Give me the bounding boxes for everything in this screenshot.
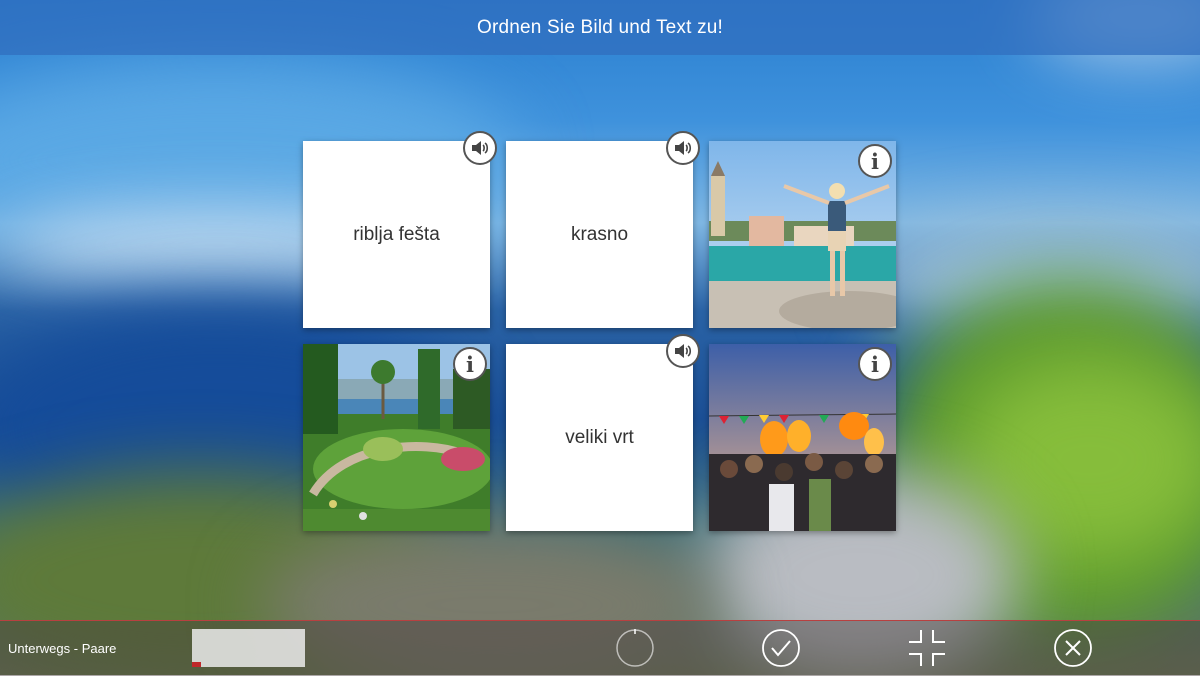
progress-bar [192,629,305,667]
info-icon[interactable]: i [858,347,892,381]
loading-circle-icon [615,628,655,668]
info-icon[interactable]: i [858,144,892,178]
check-icon[interactable] [761,628,801,668]
card-word: krasno [570,223,629,245]
card-veliki-vrt[interactable]: veliki vrt [506,344,693,531]
speaker-icon[interactable] [666,334,700,368]
speaker-icon[interactable] [666,131,700,165]
background-landscape [0,0,1200,675]
card-krasno[interactable]: krasno [506,141,693,328]
instruction-bar: Ordnen Sie Bild und Text zu! [0,0,1200,55]
close-icon[interactable] [1053,628,1093,668]
collapse-icon[interactable] [907,628,947,668]
progress-fill [192,662,202,667]
card-word: veliki vrt [565,426,634,448]
instruction-text: Ordnen Sie Bild und Text zu! [476,16,724,38]
lesson-title: Unterwegs - Paare [8,641,117,656]
info-icon[interactable]: i [453,347,487,381]
bottom-toolbar: Unterwegs - Paare [0,620,1200,676]
speaker-icon[interactable] [463,131,497,165]
card-riblja-festa[interactable]: riblja fešta [303,141,490,328]
card-word: riblja fešta [353,223,440,245]
